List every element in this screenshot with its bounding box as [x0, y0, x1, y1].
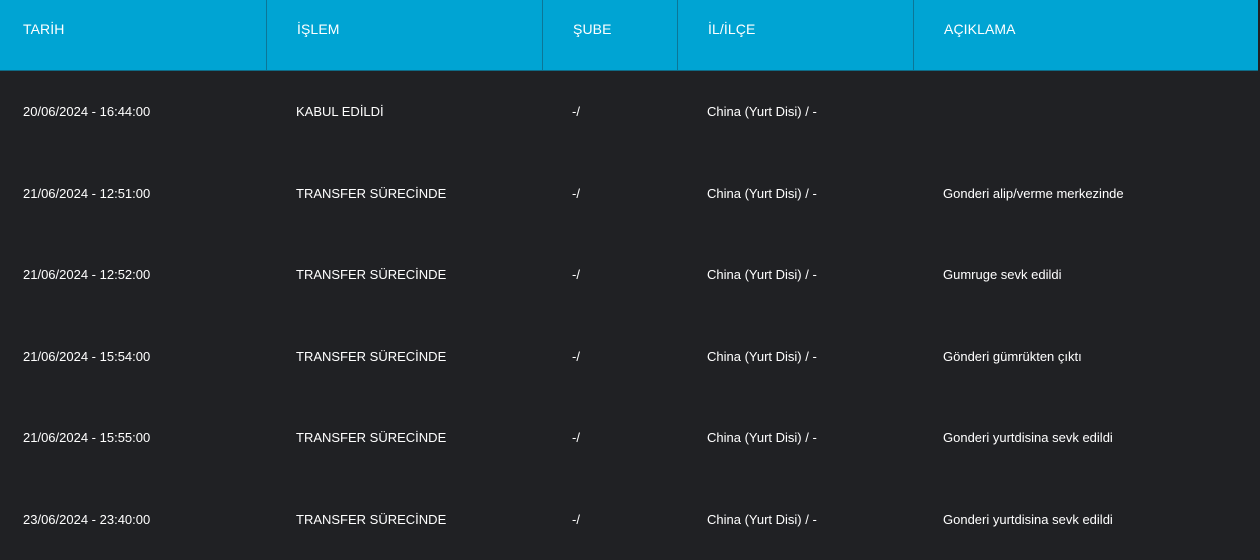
cell-date: 21/06/2024 - 12:51:00	[23, 185, 151, 201]
cell-date: 21/06/2024 - 15:54:00	[23, 348, 151, 364]
cell-operation: TRANSFER SÜRECİNDE	[296, 267, 447, 283]
cell-description: Gumruge sevk edildi	[943, 267, 1062, 283]
cell-operation: TRANSFER SÜRECİNDE	[296, 348, 447, 364]
table-header: TARİH İŞLEM ŞUBE İL/İLÇE AÇIKLAMA	[0, 0, 1258, 71]
cell-date: 23/06/2024 - 23:40:00	[23, 511, 151, 527]
table-row: 23/06/2024 - 23:40:00 TRANSFER SÜRECİNDE…	[0, 479, 1258, 560]
cell-description: Gonderi yurtdisina sevk edildi	[943, 511, 1113, 527]
column-header-city[interactable]: İL/İLÇE	[677, 0, 913, 70]
cell-branch: -/	[572, 348, 580, 364]
shipment-tracking-table: TARİH İŞLEM ŞUBE İL/İLÇE AÇIKLAMA 20/06/…	[0, 0, 1260, 560]
cell-description: Gonderi alip/verme merkezinde	[943, 185, 1124, 201]
cell-date: 21/06/2024 - 15:55:00	[23, 430, 151, 446]
cell-city: China (Yurt Disi) / -	[707, 185, 817, 201]
cell-date: 21/06/2024 - 12:52:00	[23, 267, 151, 283]
column-header-operation[interactable]: İŞLEM	[266, 0, 542, 70]
cell-branch: -/	[572, 104, 580, 119]
cell-branch: -/	[572, 185, 580, 201]
column-header-branch[interactable]: ŞUBE	[542, 0, 677, 70]
cell-branch: -/	[572, 267, 580, 283]
column-header-description[interactable]: AÇIKLAMA	[913, 0, 1258, 70]
cell-description: Gonderi yurtdisina sevk edildi	[943, 430, 1113, 446]
table-row: 21/06/2024 - 15:54:00 TRANSFER SÜRECİNDE…	[0, 316, 1258, 398]
cell-city: China (Yurt Disi) / -	[707, 430, 817, 446]
cell-operation: TRANSFER SÜRECİNDE	[296, 185, 447, 201]
column-header-date[interactable]: TARİH	[0, 0, 266, 70]
table-row: 21/06/2024 - 15:55:00 TRANSFER SÜRECİNDE…	[0, 397, 1258, 479]
table-row: 21/06/2024 - 12:51:00 TRANSFER SÜRECİNDE…	[0, 153, 1258, 235]
cell-operation: KABUL EDİLDİ	[296, 104, 384, 119]
cell-date: 20/06/2024 - 16:44:00	[23, 104, 151, 119]
table-row: 21/06/2024 - 12:52:00 TRANSFER SÜRECİNDE…	[0, 234, 1258, 316]
cell-city: China (Yurt Disi) / -	[707, 104, 817, 119]
cell-branch: -/	[572, 430, 580, 446]
cell-description: Gönderi gümrükten çıktı	[943, 348, 1082, 364]
cell-city: China (Yurt Disi) / -	[707, 511, 817, 527]
cell-branch: -/	[572, 511, 580, 527]
cell-city: China (Yurt Disi) / -	[707, 348, 817, 364]
cell-operation: TRANSFER SÜRECİNDE	[296, 430, 447, 446]
cell-city: China (Yurt Disi) / -	[707, 267, 817, 283]
table-row: 20/06/2024 - 16:44:00 KABUL EDİLDİ -/ Ch…	[0, 71, 1258, 153]
cell-operation: TRANSFER SÜRECİNDE	[296, 511, 447, 527]
table-body: 20/06/2024 - 16:44:00 KABUL EDİLDİ -/ Ch…	[0, 71, 1258, 560]
